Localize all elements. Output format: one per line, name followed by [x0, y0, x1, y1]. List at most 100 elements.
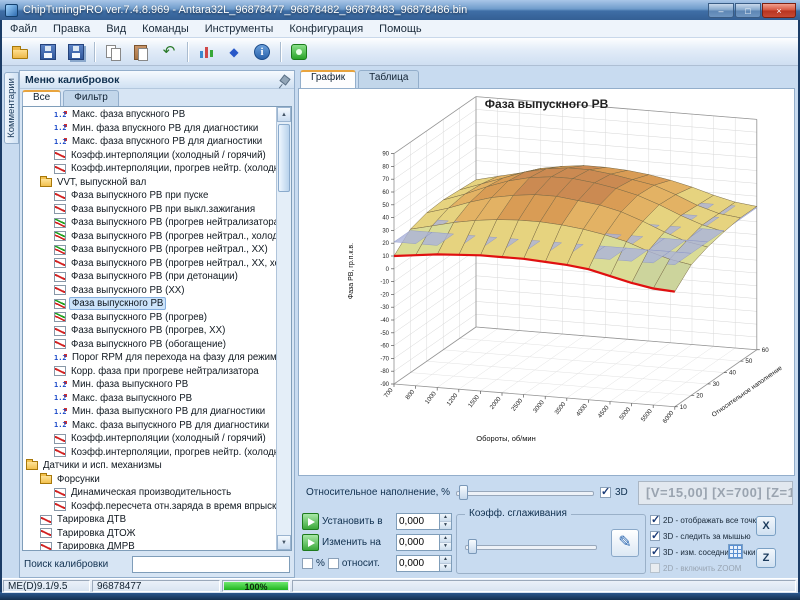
comments-side-tab[interactable]: Комментарии	[4, 72, 19, 144]
tree-item[interactable]: Фаза выпускного РВ (обогащение)	[23, 338, 276, 352]
tree-item[interactable]: Фаза выпускного РВ (XX)	[23, 284, 276, 298]
tree-item-label: Коэфф.интерполяции (холодный / горячий)	[69, 433, 268, 444]
tree-container: Макс. фаза впускного РВМин. фаза впускно…	[22, 106, 292, 551]
x-axis-button[interactable]: X	[756, 516, 776, 536]
tree-item[interactable]: Корр. фаза при прогреве нейтрализатора	[23, 365, 276, 379]
tree-item[interactable]: Коэфф.интерполяции, прогрев нейтр. (холо…	[23, 162, 276, 176]
tree-item[interactable]: Фаза выпускного РВ (прогрев нейтрал., хо…	[23, 230, 276, 244]
save-all-button[interactable]	[63, 40, 89, 64]
change-spin-up[interactable]	[440, 535, 451, 543]
surface-chart[interactable]: -90-80-70-60-50-40-30-20-100102030405060…	[299, 89, 794, 475]
chart-button[interactable]	[193, 40, 219, 64]
tree-item[interactable]: Форсунки	[23, 473, 276, 487]
set-value-input[interactable]	[397, 514, 439, 529]
3d-checkbox[interactable]	[600, 487, 611, 498]
tree-item[interactable]: Коэфф.интерполяции (холодный / горячий)	[23, 149, 276, 163]
grid-mode-button[interactable]	[728, 544, 743, 559]
fill-slider-thumb[interactable]	[459, 485, 468, 500]
relative-spin-down[interactable]	[440, 564, 451, 571]
chart-text: 30	[713, 381, 720, 388]
option-checkbox[interactable]	[650, 547, 660, 557]
info-button[interactable]	[249, 40, 275, 64]
menu-item[interactable]: Файл	[2, 21, 45, 37]
set-button-label: Установить в	[322, 516, 383, 527]
relative-checkbox[interactable]	[328, 558, 339, 569]
tree-item[interactable]: VVT, выпускной вал	[23, 176, 276, 190]
tree-item[interactable]: Коэфф.пересчета отн.заряда в время впрыс…	[23, 500, 276, 514]
tree-item[interactable]: Фаза выпускного РВ (прогрев нейтрализато…	[23, 216, 276, 230]
option-checkbox[interactable]	[650, 515, 660, 525]
chart-line	[476, 109, 757, 132]
tree-item[interactable]: Тарировка ДТВ	[23, 513, 276, 527]
relative-spin-up[interactable]	[440, 556, 451, 564]
scroll-down-button[interactable]	[277, 535, 291, 550]
tree-item[interactable]: Фаза выпускного РВ (прогрев нейтрал., XX…	[23, 257, 276, 271]
tree-item[interactable]: Макс. фаза впускного РВ	[23, 108, 276, 122]
tree-item[interactable]: Коэфф.интерполяции (холодный / горячий)	[23, 432, 276, 446]
tree-item[interactable]: Тарировка ДМРВ	[23, 540, 276, 550]
tree-item[interactable]: Фаза выпускного РВ (прогрев, XX)	[23, 324, 276, 338]
tree-item[interactable]: Макс. фаза выпускного РВ	[23, 392, 276, 406]
tree-item[interactable]: Фаза выпускного РВ (прогрев)	[23, 311, 276, 325]
chart-text: -80	[380, 369, 389, 375]
calibration-search-input[interactable]	[132, 556, 290, 573]
save-button[interactable]	[35, 40, 61, 64]
change-value-input[interactable]	[397, 535, 439, 550]
set-spin-up[interactable]	[440, 514, 451, 522]
pin-icon[interactable]	[279, 74, 290, 85]
connect-button[interactable]	[286, 40, 312, 64]
tab-filter[interactable]: Фильтр	[63, 90, 119, 106]
tree-item[interactable]: Мин. фаза впускного РВ для диагностики	[23, 122, 276, 136]
tree-item[interactable]: Мин. фаза выпускного РВ для диагностики	[23, 405, 276, 419]
tab-all[interactable]: Все	[22, 90, 61, 106]
tree-scrollbar[interactable]	[276, 107, 291, 550]
menu-item[interactable]: Помощь	[371, 21, 430, 37]
undo-button[interactable]	[156, 40, 182, 64]
tab-table[interactable]: Таблица	[358, 70, 419, 88]
tree-item[interactable]: Коэфф.интерполяции, прогрев нейтр. (холо…	[23, 446, 276, 460]
edit-surface-button[interactable]	[611, 529, 639, 557]
menu-item[interactable]: Инструменты	[197, 21, 282, 37]
z-axis-button[interactable]: Z	[756, 548, 776, 568]
tree-item[interactable]: Мин. фаза выпускного РВ	[23, 378, 276, 392]
tree-item[interactable]: Макс. фаза выпускного РВ для диагностики	[23, 419, 276, 433]
option-checkbox[interactable]	[650, 531, 660, 541]
apply-change-button[interactable]	[302, 534, 319, 551]
compare-button[interactable]	[221, 40, 247, 64]
menu-item[interactable]: Правка	[45, 21, 98, 37]
tree-item[interactable]: Фаза выпускного РВ (прогрев нейтрал., XX…	[23, 243, 276, 257]
chart-area[interactable]: -90-80-70-60-50-40-30-20-100102030405060…	[298, 88, 795, 476]
change-spin-down[interactable]	[440, 543, 451, 550]
apply-set-button[interactable]	[302, 513, 319, 530]
smoothing-slider[interactable]	[465, 539, 597, 555]
tree-item[interactable]: Фаза выпускного РВ при пуске	[23, 189, 276, 203]
option-checkbox[interactable]	[650, 563, 660, 573]
tab-graph[interactable]: График	[300, 70, 356, 88]
maximize-button[interactable]: □	[735, 3, 761, 18]
smoothing-slider-thumb[interactable]	[468, 539, 477, 554]
tree-item[interactable]: Фаза выпускного РВ	[23, 297, 276, 311]
menu-item[interactable]: Команды	[134, 21, 197, 37]
tree-item[interactable]: Фаза выпускного РВ (при детонации)	[23, 270, 276, 284]
close-button[interactable]: ×	[762, 3, 796, 18]
tree-item[interactable]: Динамическая производительность	[23, 486, 276, 500]
menu-item[interactable]: Вид	[98, 21, 134, 37]
scrollbar-thumb[interactable]	[278, 124, 290, 192]
fill-slider[interactable]	[456, 485, 594, 501]
relative-value-input[interactable]	[397, 556, 439, 571]
tree-item[interactable]: Тарировка ДТОЖ	[23, 527, 276, 541]
search-label: Поиск калибровки	[24, 559, 108, 570]
tree-item[interactable]: Макс. фаза впускного РВ для диагностики	[23, 135, 276, 149]
minimize-button[interactable]: –	[708, 3, 734, 18]
menu-item[interactable]: Конфигурация	[281, 21, 371, 37]
paste-button[interactable]	[128, 40, 154, 64]
percent-checkbox[interactable]	[302, 558, 313, 569]
title-bar[interactable]: ChipTuningPRO ver.7.4.8.969 - Antara32L_…	[0, 0, 800, 20]
copy-button[interactable]	[100, 40, 126, 64]
tree-item[interactable]: Порог RPM для перехода на фазу для режим…	[23, 351, 276, 365]
set-spin-down[interactable]	[440, 522, 451, 529]
tree-item[interactable]: Фаза выпускного РВ при выкл.зажигания	[23, 203, 276, 217]
open-button[interactable]	[7, 40, 33, 64]
tree-item[interactable]: Датчики и исп. механизмы	[23, 459, 276, 473]
scroll-up-button[interactable]	[277, 107, 291, 122]
